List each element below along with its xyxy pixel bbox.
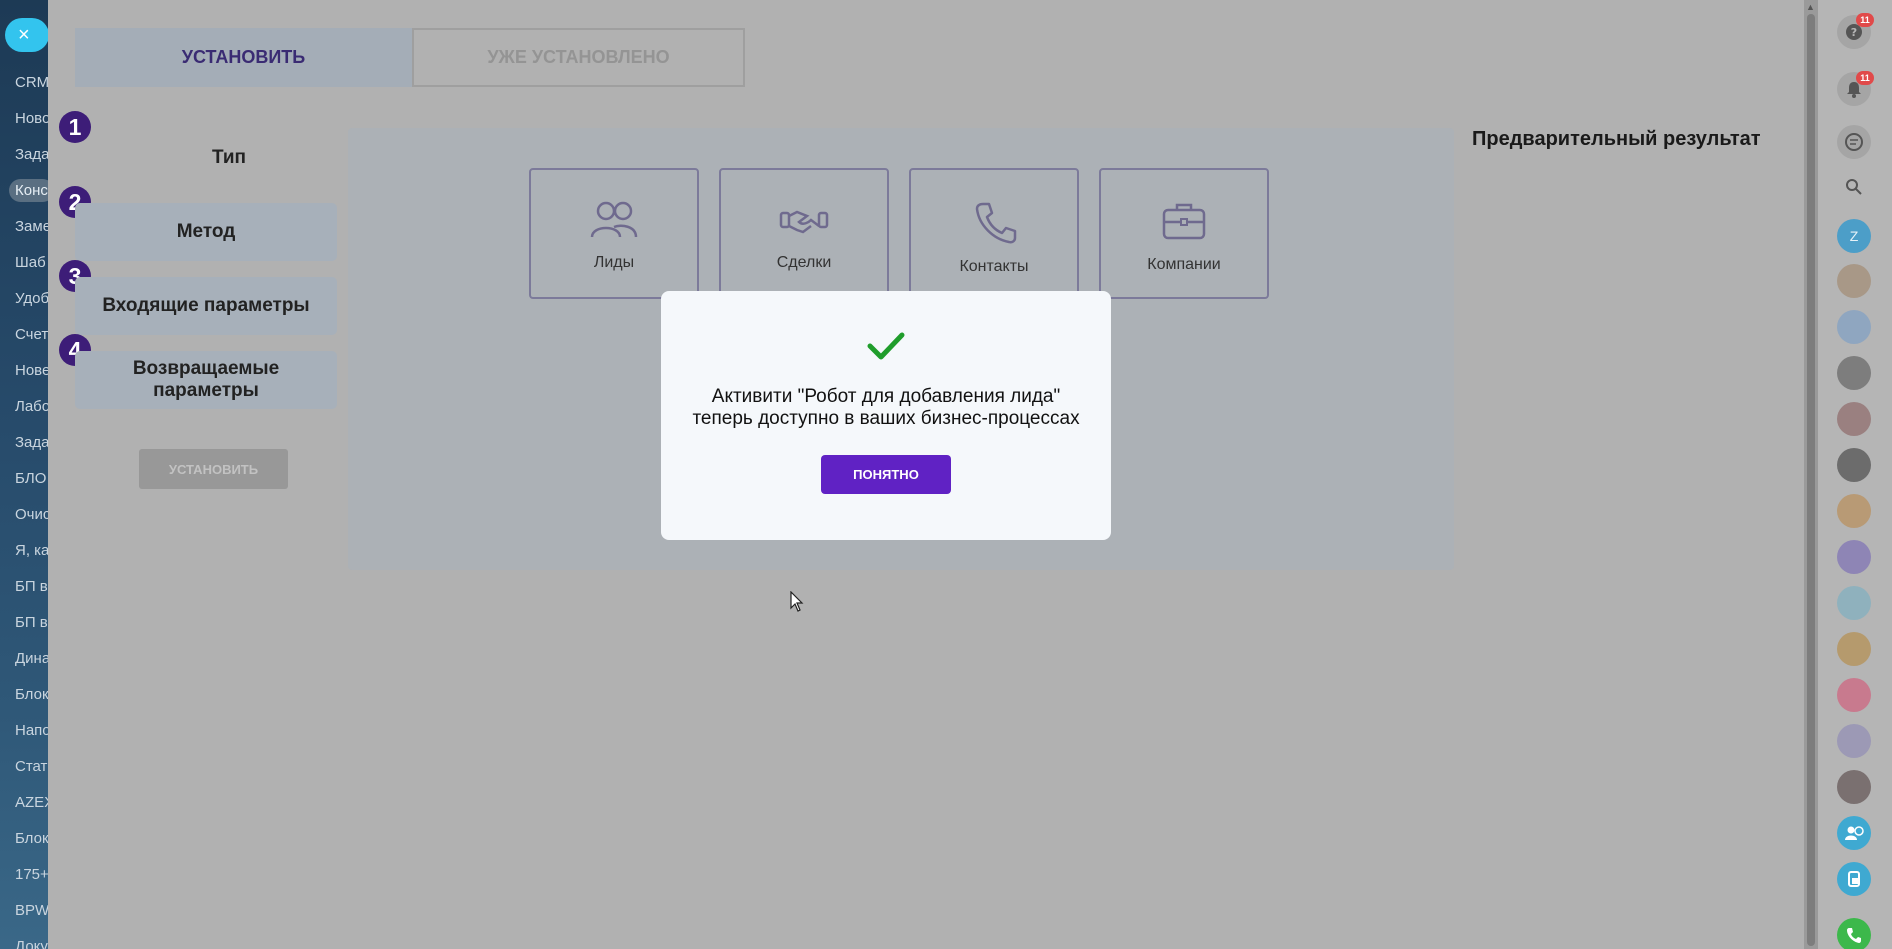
modal-message-line1: Активити "Робот для добавления лида" [711,386,1061,407]
handshake-icon [779,210,829,234]
sidebar-item[interactable]: 175+ [15,866,48,883]
avatar[interactable] [1837,494,1871,528]
sidebar-item[interactable]: Зада [15,434,48,451]
avatar[interactable] [1837,678,1871,712]
mouse-cursor-icon [790,591,804,612]
sidebar-item[interactable]: БП в [15,614,48,631]
entity-card-companies[interactable]: Компании [1099,168,1269,299]
entity-card-leads[interactable]: Лиды [529,168,699,299]
avatar[interactable] [1837,632,1871,666]
sidebar-item[interactable]: Ново [15,110,48,127]
sidebar-item[interactable]: Удоб [15,290,48,307]
user-clock-icon[interactable] [1837,816,1871,850]
step-1-badge: 1 [59,111,91,143]
avatar[interactable] [1837,586,1871,620]
entity-label: Сделки [776,254,832,271]
sidebar-item[interactable]: БП в [15,578,48,595]
success-modal: Активити "Робот для добавления лида" теп… [661,291,1111,540]
avatar[interactable] [1837,724,1871,758]
avatar[interactable] [1837,540,1871,574]
ok-button[interactable]: ПОНЯТНО [821,455,951,494]
install-button[interactable]: УСТАНОВИТЬ [139,449,288,489]
sidebar-item[interactable]: БЛО [15,470,46,487]
avatar[interactable] [1837,356,1871,390]
phone-icon [975,202,1017,244]
notifications-badge: 11 [1856,71,1874,85]
left-nav: × CRM Ново Зада Конс Заме Шаб Удоб Счет Нове Лабо… [0,0,48,949]
sidebar-item[interactable]: AZEX [15,794,48,811]
step-type[interactable]: Тип [75,147,383,169]
sidebar-item[interactable]: Очис [15,506,48,523]
svg-text:?: ? [1851,26,1857,39]
sidebar-item[interactable]: BPW [15,902,48,919]
preview-title: Предварительный результат [1472,128,1761,150]
avatar[interactable] [1837,264,1871,298]
scrollbar[interactable]: ▲ [1804,0,1818,949]
entity-label: Контакты [959,258,1029,275]
help-badge: 11 [1856,13,1874,27]
sidebar-item[interactable]: Стат [15,758,47,775]
step-method[interactable]: Метод [75,203,337,261]
sidebar-item[interactable]: Блок [15,686,48,703]
modal-message: Активити "Робот для добавления лида" теп… [661,386,1111,430]
user-avatar[interactable]: Z [1837,219,1871,253]
entity-card-contacts[interactable]: Контакты [909,168,1079,299]
avatar[interactable] [1837,310,1871,344]
tab-install[interactable]: УСТАНОВИТЬ [75,28,412,87]
entity-label: Компании [1147,256,1221,273]
briefcase-icon [1162,203,1206,240]
tab-installed[interactable]: УЖЕ УСТАНОВЛЕНО [412,28,745,87]
device-icon[interactable] [1837,862,1871,896]
people-icon [590,201,638,238]
scroll-up-icon[interactable]: ▲ [1806,2,1815,12]
step-input-params[interactable]: Входящие параметры [75,277,337,335]
sidebar-item[interactable]: Конс [9,179,48,202]
sidebar-item[interactable]: Счет [15,326,48,343]
sidebar-item[interactable]: Нове [15,362,48,379]
sidebar-item[interactable]: Заме [15,218,48,235]
sidebar-item[interactable]: Шаб [15,254,46,271]
checkmark-icon [867,332,905,360]
sidebar-item[interactable]: Блок [15,830,48,847]
sidebar-item[interactable]: CRM [15,74,48,91]
sidebar-item[interactable]: Я, ка [15,542,48,559]
sidebar-item[interactable]: Напо [15,722,48,739]
close-icon[interactable]: × [5,18,48,52]
avatar[interactable] [1837,448,1871,482]
sidebar-item[interactable]: Зада [15,146,48,163]
right-panel: ? 11 11 Z [1818,0,1892,949]
search-icon[interactable] [1837,170,1871,204]
entity-card-deals[interactable]: Сделки [719,168,889,299]
chat-icon[interactable] [1837,125,1871,159]
avatar[interactable] [1837,770,1871,804]
modal-message-line2: теперь доступно в ваших бизнес-процессах [692,408,1080,429]
phone-call-icon[interactable] [1837,918,1871,949]
sidebar-item[interactable]: Лабо [15,398,48,415]
avatar[interactable] [1837,402,1871,436]
sidebar-item[interactable]: Дина [15,650,48,667]
entity-label: Лиды [593,254,635,271]
scrollbar-thumb[interactable] [1807,14,1815,946]
step-return-params[interactable]: Возвращаемые параметры [75,351,337,409]
sidebar-item[interactable]: Доку [15,938,48,949]
